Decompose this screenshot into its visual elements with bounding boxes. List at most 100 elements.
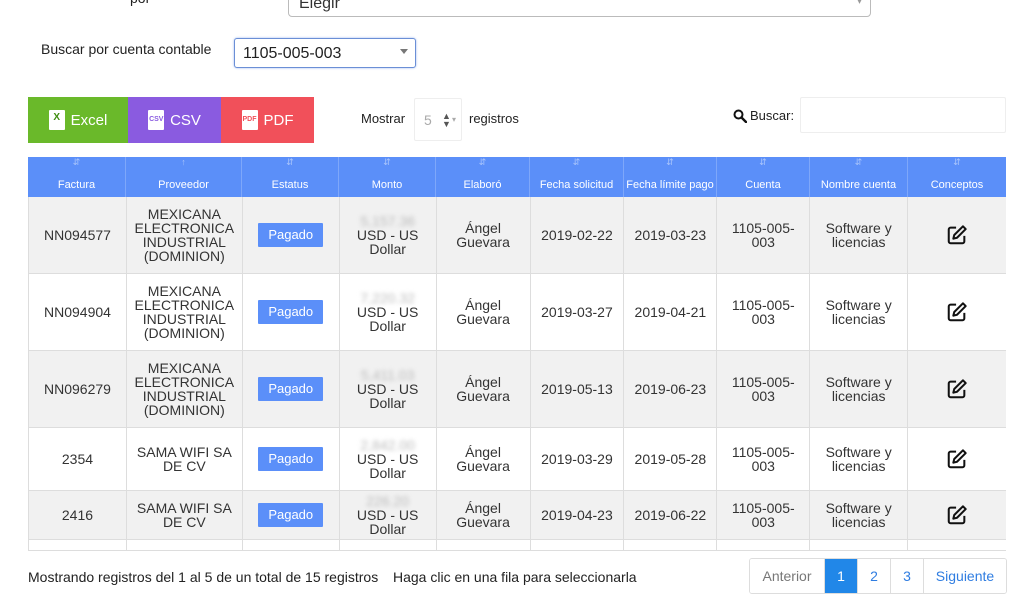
status-badge: Pagado <box>258 377 324 401</box>
table-header: ⇵ Factura ↑ Proveedor ⇵ Estatus ⇵ Monto ⇵ Ela… <box>28 157 1006 197</box>
invoices-table: ⇵ Factura ↑ Proveedor ⇵ Estatus ⇵ Monto ⇵ Ela… <box>28 157 1006 551</box>
pdf-export-button[interactable]: PDF PDF <box>221 97 314 143</box>
excel-file-icon: X <box>48 110 65 130</box>
pagination-page-1[interactable]: 1 <box>825 559 858 593</box>
search-icon <box>733 109 747 123</box>
monto-currency: USD - US Dollar <box>356 381 419 411</box>
cell-conceptos <box>908 274 1006 350</box>
top-filter-label: por <box>130 0 150 6</box>
status-badge: Pagado <box>258 447 324 471</box>
pdf-button-label: PDF <box>263 111 294 129</box>
pagination-next[interactable]: Siguiente <box>924 559 1006 593</box>
cell-estatus: Pagado <box>243 197 340 273</box>
edit-icon[interactable] <box>946 224 968 246</box>
export-buttons: X Excel CSV CSV PDF PDF <box>28 97 314 143</box>
chevron-down-icon: ▾ <box>856 0 862 7</box>
cell-elaboro: Ángel Guevara <box>437 197 531 273</box>
sort-icon: ⇵ <box>759 157 767 167</box>
account-filter-value: 1105-005-003 <box>243 45 342 62</box>
table-row[interactable]: 2354 SAMA WIFI SA DE CV Pagado 2,842.00 U… <box>29 428 1006 491</box>
column-header[interactable]: ⇵ Fecha solicitud <box>530 157 624 197</box>
edit-icon[interactable] <box>946 504 968 526</box>
page-length-select[interactable]: 5 ▲ ▼ ▾ <box>414 98 462 141</box>
cell-proveedor: SAMA WIFI SA DE CV <box>127 491 243 539</box>
column-header[interactable]: ⇵ Estatus <box>242 157 339 197</box>
account-filter-label: Buscar por cuenta contable <box>41 41 212 57</box>
csv-button-label: CSV <box>170 111 201 129</box>
cell-proveedor: MEXICANA ELECTRONICA INDUSTRIAL (DOMINIO… <box>127 274 243 350</box>
cell-fecha-solicitud: 2019-03-27 <box>531 274 625 350</box>
sort-icon: ⇵ <box>383 157 391 167</box>
search-label: Buscar: <box>733 108 794 123</box>
table-row[interactable]: NN094577 MEXICANA ELECTRONICA INDUSTRIAL… <box>29 197 1006 274</box>
table-row[interactable]: 2416 SAMA WIFI SA DE CV Pagado 226.20 USD… <box>29 491 1006 540</box>
table-body: NN094577 MEXICANA ELECTRONICA INDUSTRIAL… <box>28 197 1006 551</box>
cell-nombre-cuenta: Software y licencias <box>810 428 909 490</box>
cell-elaboro: Ángel Guevara <box>437 491 531 539</box>
cell-fecha-limite: 2019-04-21 <box>624 274 718 350</box>
account-filter-select[interactable]: 1105-005-003 <box>234 38 416 68</box>
cell-nombre-cuenta: Software y licencias <box>810 491 909 539</box>
table-hint: Haga clic en una fila para seleccionarla <box>393 569 637 585</box>
pagination-previous[interactable]: Anterior <box>750 559 825 593</box>
status-badge: Pagado <box>258 223 324 247</box>
cell-monto: 226.20 USD - US Dollar <box>340 491 437 539</box>
search-input[interactable] <box>800 97 1006 133</box>
monto-currency: USD - US Dollar <box>356 227 419 257</box>
monto-amount: 5,157.36 <box>360 213 415 229</box>
cell-monto: 5,157.36 USD - US Dollar <box>340 197 437 273</box>
column-header[interactable]: ⇵ Nombre cuenta <box>810 157 908 197</box>
table-row[interactable]: NN096279 MEXICANA ELECTRONICA INDUSTRIAL… <box>29 351 1006 428</box>
pagination-page-3[interactable]: 3 <box>891 559 924 593</box>
cell-fecha-limite: 2019-03-23 <box>624 197 718 273</box>
top-filter-select[interactable]: Elegir ▾ <box>288 0 871 17</box>
top-filter-value: Elegir <box>299 0 340 12</box>
excel-export-button[interactable]: X Excel <box>28 97 128 143</box>
cell-conceptos <box>908 197 1006 273</box>
search-label-text: Buscar: <box>750 108 795 123</box>
excel-button-label: Excel <box>70 111 108 129</box>
monto-currency: USD - US Dollar <box>356 451 419 481</box>
cell-fecha-limite: 2019-05-28 <box>624 428 718 490</box>
cell-factura: NN094904 <box>29 274 127 350</box>
spinner-icon: ▲ ▼ <box>442 111 451 129</box>
cell-proveedor: MEXICANA ELECTRONICA INDUSTRIAL (DOMINIO… <box>127 351 243 427</box>
chevron-down-icon <box>400 49 408 54</box>
cell-fecha-limite: 2019-06-23 <box>624 351 718 427</box>
cell-fecha-solicitud: 2019-04-23 <box>531 491 625 539</box>
column-header[interactable]: ⇵ Elaboró <box>436 157 530 197</box>
table-row[interactable]: NN094904 MEXICANA ELECTRONICA INDUSTRIAL… <box>29 274 1006 351</box>
cell-estatus: Pagado <box>243 428 340 490</box>
column-header[interactable]: ↑ Proveedor <box>126 157 242 197</box>
edit-icon[interactable] <box>946 378 968 400</box>
column-header[interactable]: ⇵ Conceptos <box>908 157 1006 197</box>
column-header[interactable]: ⇵ Cuenta <box>717 157 810 197</box>
cell-proveedor: MEXICANA ELECTRONICA INDUSTRIAL (DOMINIO… <box>127 197 243 273</box>
records-label: registros <box>469 111 519 126</box>
cell-cuenta: 1105-005-003 <box>717 491 811 539</box>
monto-currency: USD - US Dollar <box>356 507 419 537</box>
cell-elaboro: Ángel Guevara <box>437 351 531 427</box>
cell-factura: NN094577 <box>29 197 127 273</box>
show-label: Mostrar <box>361 111 406 126</box>
pdf-file-icon: PDF <box>241 110 258 130</box>
column-header[interactable]: ⇵ Factura <box>28 157 126 197</box>
cell-factura: NN096279 <box>29 351 127 427</box>
cell-cuenta: 1105-005-003 <box>717 197 811 273</box>
cell-monto: 2,842.00 USD - US Dollar <box>340 428 437 490</box>
column-header[interactable]: ⇵ Fecha límite pago <box>624 157 717 197</box>
cell-cuenta: 1105-005-003 <box>717 428 811 490</box>
sort-icon: ⇵ <box>666 157 674 167</box>
monto-amount: 2,842.00 <box>360 437 415 453</box>
cell-cuenta: 1105-005-003 <box>717 351 811 427</box>
cell-proveedor: SAMA WIFI SA DE CV <box>127 428 243 490</box>
csv-export-button[interactable]: CSV CSV <box>128 97 221 143</box>
edit-icon[interactable] <box>946 448 968 470</box>
monto-amount: 7,220.32 <box>360 290 415 306</box>
sort-icon: ⇵ <box>572 157 581 167</box>
pagination-page-2[interactable]: 2 <box>858 559 891 593</box>
column-header[interactable]: ⇵ Monto <box>339 157 436 197</box>
edit-icon[interactable] <box>946 301 968 323</box>
cell-conceptos <box>908 428 1006 490</box>
cell-nombre-cuenta: Software y licencias <box>810 351 909 427</box>
